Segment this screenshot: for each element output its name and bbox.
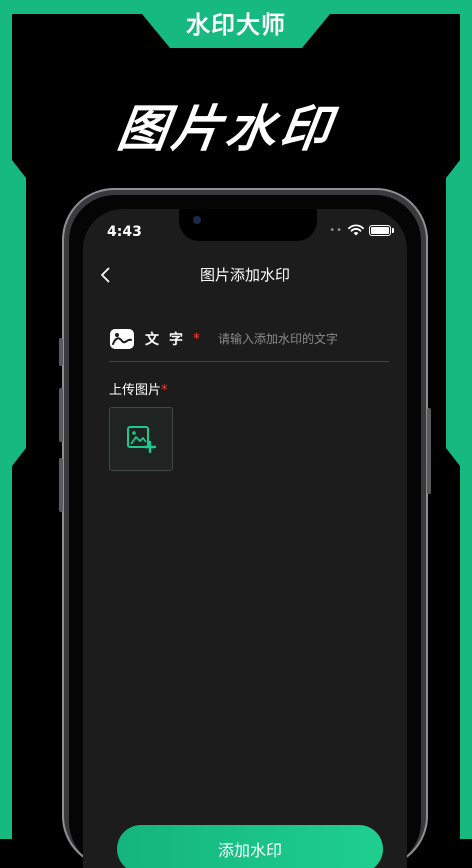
wifi-icon: [348, 224, 364, 236]
upload-label-text: 上传图片: [109, 383, 162, 398]
battery-icon: [369, 224, 394, 236]
upload-label: 上传图片*: [109, 379, 168, 398]
required-mark: *: [193, 331, 200, 347]
status-icons: ••: [329, 224, 394, 236]
phone-side-button: [427, 408, 431, 494]
status-time: 4:43: [107, 224, 142, 240]
add-image-icon: [127, 426, 156, 453]
add-watermark-button[interactable]: 添加水印: [117, 825, 383, 868]
image-icon: [110, 329, 134, 349]
phone-side-button: [59, 388, 63, 442]
app-screen: 4:43 •• 图片添加水印 文字 * 请输入添加水印的文字 上传图片* 添加水…: [83, 209, 407, 868]
required-mark: *: [161, 383, 168, 398]
phone-notch: [179, 209, 317, 241]
text-field-label: 文字: [145, 332, 193, 348]
phone-mockup: 4:43 •• 图片添加水印 文字 * 请输入添加水印的文字 上传图片* 添加水…: [59, 188, 431, 868]
banner-title: 水印大师: [186, 10, 286, 39]
watermark-text-row: 文字 *: [109, 317, 389, 362]
phone-side-button: [59, 338, 63, 366]
upload-image-button[interactable]: [109, 407, 173, 471]
camera-icon: [193, 216, 201, 224]
signal-dots-icon: ••: [329, 224, 343, 236]
watermark-text-input[interactable]: [218, 332, 389, 346]
phone-side-button: [59, 458, 63, 512]
page-title: 图片添加水印: [199, 266, 290, 284]
hero-title: 图片水印: [113, 100, 339, 158]
phone-bezel: 4:43 •• 图片添加水印 文字 * 请输入添加水印的文字 上传图片* 添加水…: [69, 195, 421, 868]
